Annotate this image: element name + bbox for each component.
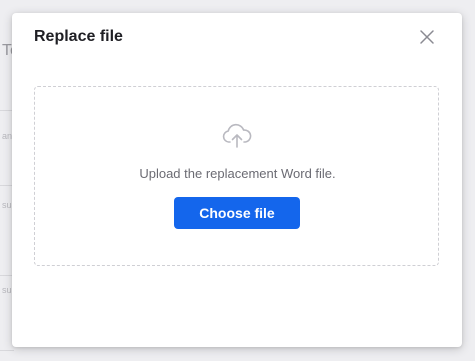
background-divider: [0, 350, 14, 351]
close-button[interactable]: [417, 27, 437, 47]
background-row-fragment: an: [2, 131, 13, 141]
replace-file-dialog: Replace file Upload the replacement Word…: [12, 13, 462, 347]
close-icon: [420, 30, 434, 44]
file-dropzone[interactable]: Upload the replacement Word file. Choose…: [34, 86, 439, 266]
background-row-fragment: su: [2, 285, 12, 295]
choose-file-button[interactable]: Choose file: [174, 197, 300, 229]
cloud-upload-icon: [222, 123, 252, 148]
dropzone-instructions: Upload the replacement Word file.: [139, 166, 336, 181]
background-row-fragment: su: [2, 200, 12, 210]
dialog-title: Replace file: [34, 28, 123, 45]
